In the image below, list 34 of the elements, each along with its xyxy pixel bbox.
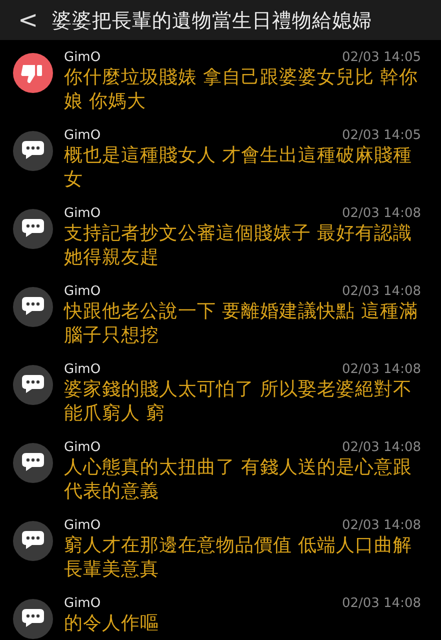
username: GimO — [64, 284, 101, 299]
username: GimO — [64, 596, 101, 611]
username: GimO — [64, 50, 101, 65]
timestamp: 02/03 14:08 — [342, 596, 421, 611]
page-title: 婆婆把長輩的遺物當生日禮物給媳婦 — [52, 8, 372, 34]
comment-text: 快跟他老公說一下 要離婚建議快點 這種滿腦子只想挖 — [64, 300, 419, 348]
comment-text: 支持記者抄文公審這個賤婊子 最好有認識她得親友趕 — [64, 222, 413, 270]
comment-icon — [13, 599, 53, 639]
comment-icon — [13, 209, 53, 249]
comment-icon — [13, 287, 53, 327]
comment-icon — [13, 365, 53, 405]
comment-text: 你什麼垃圾賤婊 拿自己跟婆婆女兒比 幹你娘 你媽大 — [64, 66, 419, 114]
comment-text: 婆家錢的賤人太可怕了 所以娶老婆絕對不能爪窮人 窮 — [64, 378, 413, 426]
comment-text: 人心態真的太扭曲了 有錢人送的是心意跟代表的意義 — [64, 456, 413, 504]
username: GimO — [64, 440, 101, 455]
comment-icon — [13, 521, 53, 561]
comment-text: 概也是這種賤女人 才會生出這種破麻賤種女 — [64, 144, 413, 192]
timestamp: 02/03 14:08 — [342, 362, 421, 377]
timestamp: 02/03 14:05 — [342, 50, 421, 65]
timestamp: 02/03 14:08 — [342, 284, 421, 299]
timestamp: 02/03 14:05 — [342, 128, 421, 143]
username: GimO — [64, 128, 101, 143]
timestamp: 02/03 14:08 — [342, 518, 421, 533]
back-button[interactable]: < — [0, 6, 52, 34]
username: GimO — [64, 518, 101, 533]
comment-icon — [13, 131, 53, 171]
username: GimO — [64, 362, 101, 377]
timestamp: 02/03 14:08 — [342, 206, 421, 221]
comment-text: 的令人作嘔 — [64, 612, 160, 636]
comment-icon — [13, 443, 53, 483]
timestamp: 02/03 14:08 — [342, 440, 421, 455]
comment-text: 窮人才在那邊在意物品價值 低端人口曲解長輩美意真 — [64, 534, 413, 582]
username: GimO — [64, 206, 101, 221]
thumbs-down-icon — [13, 53, 53, 93]
